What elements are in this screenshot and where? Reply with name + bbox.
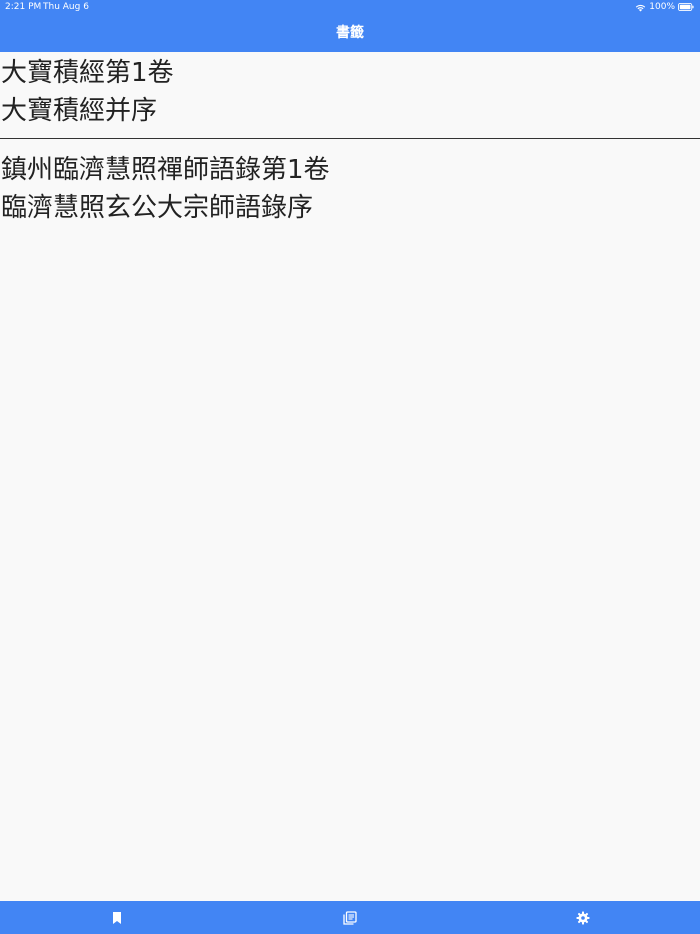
bookmark-item[interactable]: 大寶積經第1卷 大寶積經并序 xyxy=(0,52,700,136)
tab-bar xyxy=(0,901,700,934)
book-list-icon xyxy=(343,910,357,925)
bookmark-subtitle: 臨濟慧照玄公大宗師語錄序 xyxy=(1,193,314,223)
status-time: 2:21 PM xyxy=(5,2,42,12)
page-title: 書籤 xyxy=(336,25,364,41)
battery-icon xyxy=(678,3,694,11)
bookmark-icon xyxy=(112,911,121,924)
tab-bookmarks[interactable] xyxy=(0,901,233,934)
bookmark-title: 大寶積經第1卷 xyxy=(1,58,174,88)
tab-books[interactable] xyxy=(233,901,466,934)
gear-icon xyxy=(576,911,590,924)
app-header: 2:21 PM Thu Aug 6 100% 書籤 xyxy=(0,0,700,52)
bookmark-item[interactable]: 鎮州臨濟慧照禪師語錄第1卷 臨濟慧照玄公大宗師語錄序 xyxy=(0,149,700,233)
tab-settings[interactable] xyxy=(467,901,700,934)
wifi-icon xyxy=(636,4,646,12)
bookmark-list: 大寶積經第1卷 大寶積經并序 鎮州臨濟慧照禪師語錄第1卷 臨濟慧照玄公大宗師語錄… xyxy=(0,52,700,233)
battery-percent: 100% xyxy=(649,2,675,12)
bookmark-subtitle: 大寶積經并序 xyxy=(1,96,158,126)
divider xyxy=(0,138,700,139)
status-bar: 2:21 PM Thu Aug 6 100% xyxy=(0,0,700,14)
status-date: Thu Aug 6 xyxy=(43,2,89,12)
bookmark-title: 鎮州臨濟慧照禪師語錄第1卷 xyxy=(1,155,330,185)
status-right: 100% xyxy=(635,0,694,14)
